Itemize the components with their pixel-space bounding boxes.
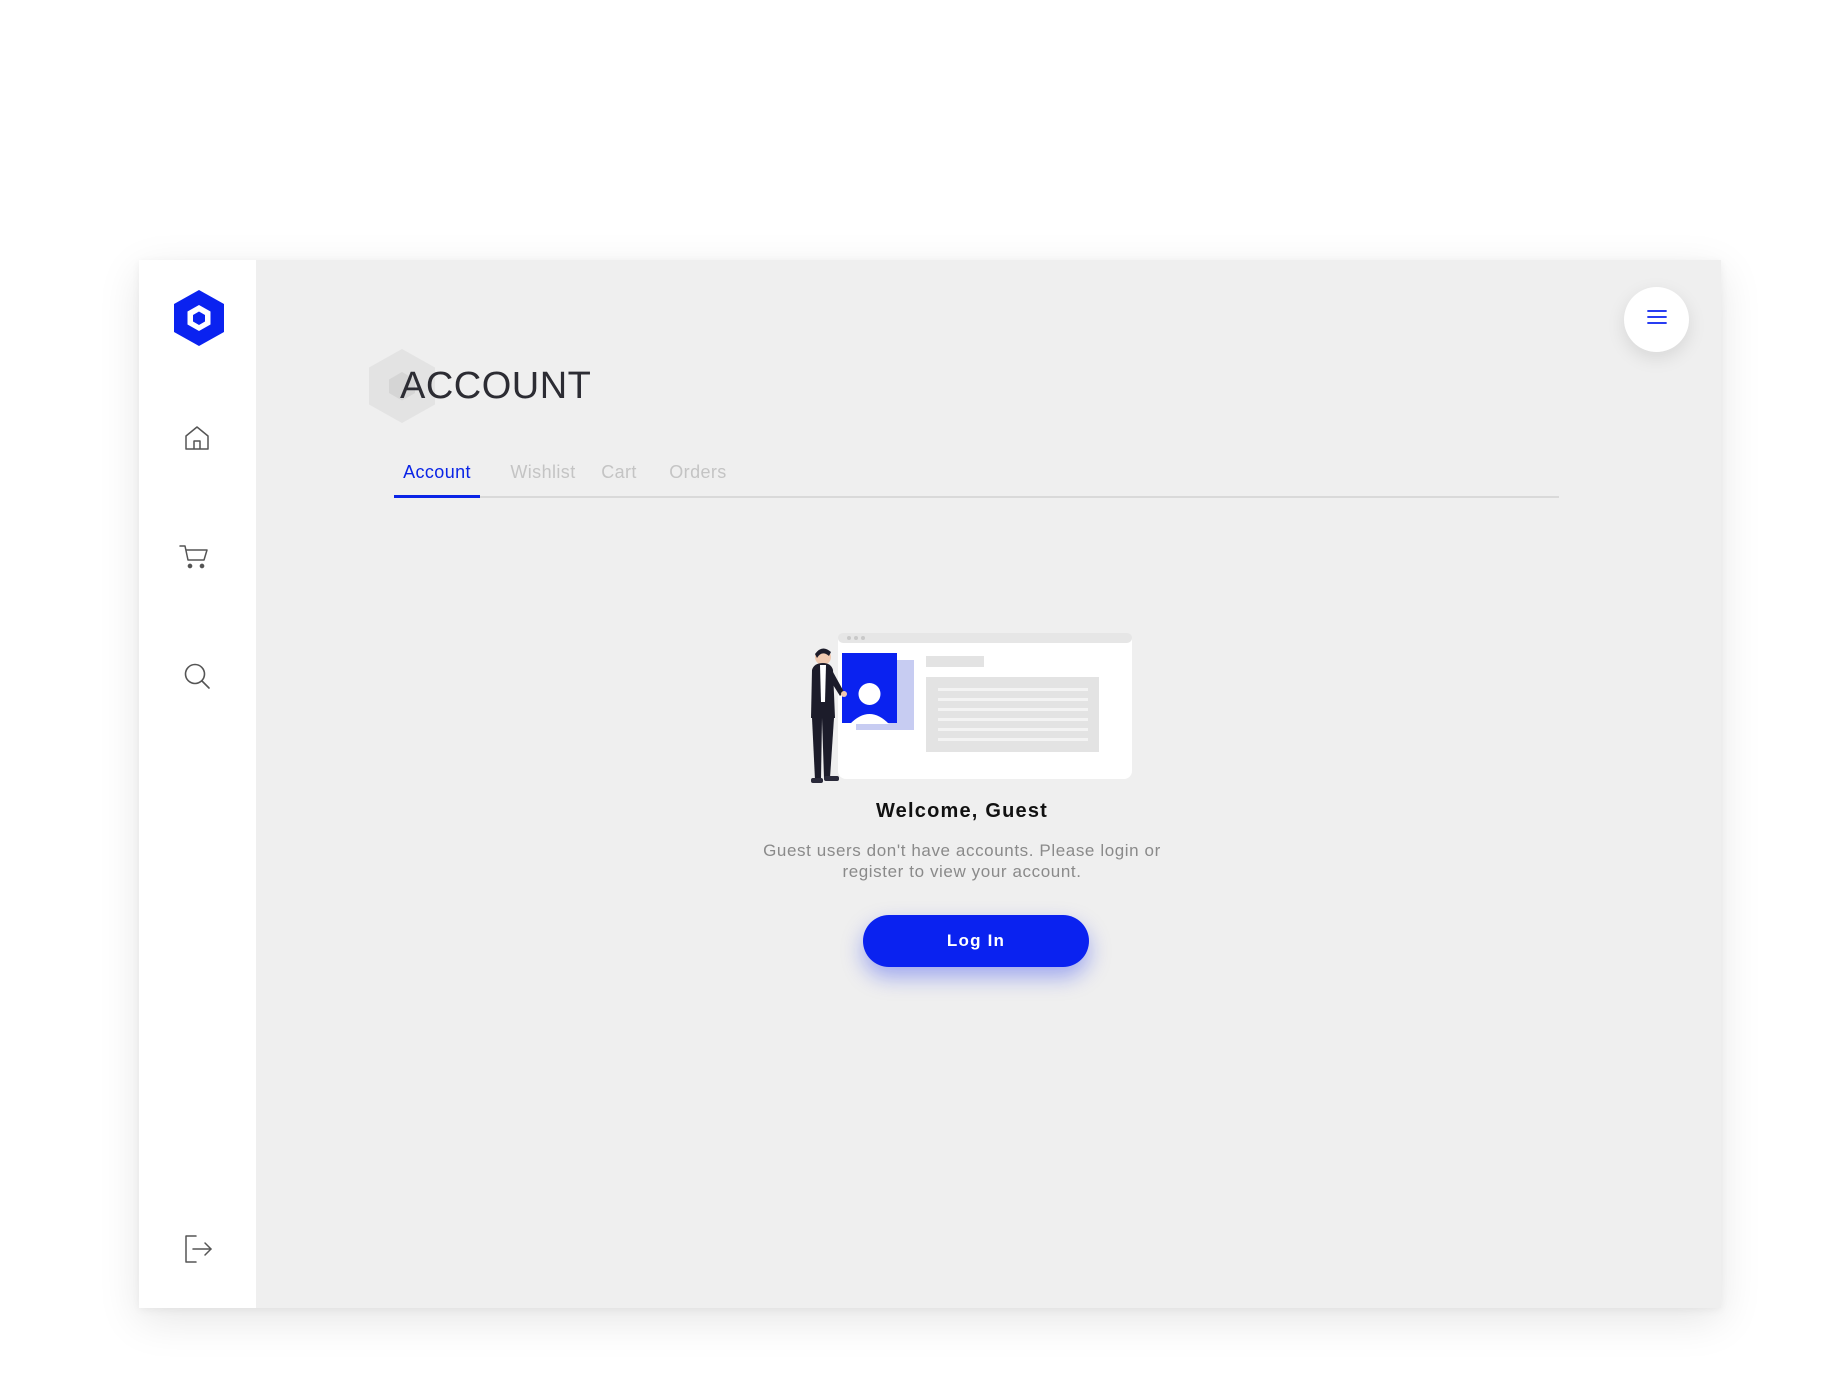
tab-cart[interactable]: Cart — [596, 448, 642, 496]
sidebar — [139, 260, 256, 1308]
page-header: ACCOUNT — [368, 348, 668, 428]
guest-message-line-2: register to view your account. — [842, 862, 1082, 881]
tab-bar: Account Wishlist Cart Orders — [394, 448, 1559, 498]
home-icon[interactable] — [180, 421, 214, 455]
hamburger-menu-icon — [1646, 309, 1668, 330]
guest-message: Guest users don't have accounts. Please … — [712, 840, 1212, 882]
tab-account[interactable]: Account — [394, 448, 480, 496]
welcome-heading: Welcome, Guest — [875, 800, 1049, 822]
cart-icon[interactable] — [177, 540, 211, 574]
search-icon[interactable] — [180, 659, 214, 693]
logout-icon[interactable] — [181, 1232, 215, 1266]
account-illustration — [800, 632, 1134, 792]
page-title: ACCOUNT — [400, 365, 592, 407]
tab-orders[interactable]: Orders — [665, 448, 731, 496]
app-window: ACCOUNT Account Wishlist Cart Orders Wel… — [139, 260, 1721, 1308]
menu-button[interactable] — [1624, 287, 1689, 352]
hexagon-logo-icon[interactable] — [173, 289, 225, 347]
guest-message-line-1: Guest users don't have accounts. Please … — [763, 841, 1161, 860]
login-button[interactable]: Log In — [863, 915, 1089, 967]
active-tab-indicator — [394, 495, 480, 498]
tab-wishlist[interactable]: Wishlist — [506, 448, 580, 496]
